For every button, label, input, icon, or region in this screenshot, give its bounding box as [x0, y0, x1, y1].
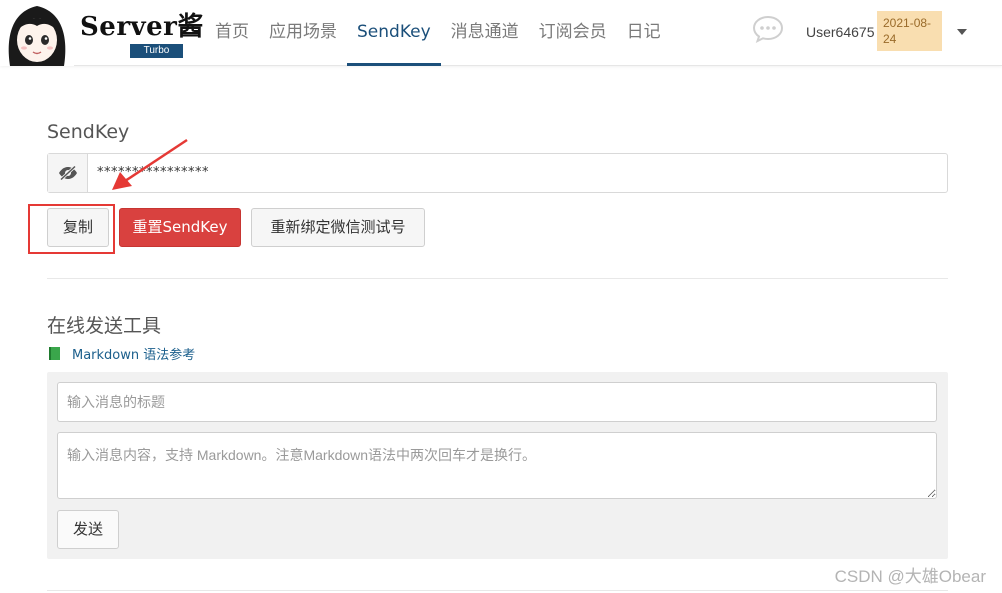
username[interactable]: User64675	[806, 24, 875, 40]
brand-name: Server酱	[80, 12, 204, 42]
sendkey-masked-value[interactable]: ****************	[88, 154, 209, 192]
section-divider	[47, 278, 948, 279]
nav-item-membership[interactable]: 订阅会员	[529, 0, 617, 66]
nav-item-scenarios[interactable]: 应用场景	[259, 0, 347, 66]
site-logo-avatar[interactable]	[0, 0, 74, 66]
send-tool-heading: 在线发送工具	[47, 315, 162, 337]
sendkey-heading: SendKey	[47, 121, 130, 143]
section-divider	[47, 590, 948, 591]
markdown-reference-row: Markdown 语法参考	[49, 344, 195, 363]
rebind-wechat-button[interactable]: 重新绑定微信测试号	[251, 208, 425, 247]
book-icon	[49, 347, 60, 360]
send-tool-panel: 发送	[47, 372, 948, 559]
markdown-reference-link[interactable]: Markdown 语法参考	[72, 344, 195, 363]
nav-item-sendkey[interactable]: SendKey	[347, 0, 441, 66]
send-button[interactable]: 发送	[57, 510, 119, 549]
expiry-date-badge: 2021-08-24	[877, 11, 942, 51]
chevron-down-icon[interactable]	[957, 29, 967, 35]
nav-item-diary[interactable]: 日记	[617, 0, 671, 66]
watermark: CSDN @大雄Obear	[834, 567, 986, 586]
reset-sendkey-button[interactable]: 重置SendKey	[119, 208, 241, 247]
brand[interactable]: Server酱 Turbo	[80, 6, 204, 58]
sendkey-field: ****************	[47, 153, 948, 193]
nav-item-home[interactable]: 首页	[205, 0, 259, 66]
chat-bubble-icon[interactable]	[752, 14, 784, 44]
nav-item-channels[interactable]: 消息通道	[441, 0, 529, 66]
message-content-input[interactable]	[57, 432, 937, 499]
top-nav-bar: Server酱 Turbo 首页 应用场景 SendKey 消息通道 订阅会员 …	[0, 0, 1002, 66]
annotation-highlight-box	[28, 204, 115, 254]
main-nav: 首页 应用场景 SendKey 消息通道 订阅会员 日记	[205, 0, 671, 66]
eye-slash-icon[interactable]	[48, 154, 88, 192]
brand-badge: Turbo	[130, 44, 183, 58]
message-title-input[interactable]	[57, 382, 937, 422]
